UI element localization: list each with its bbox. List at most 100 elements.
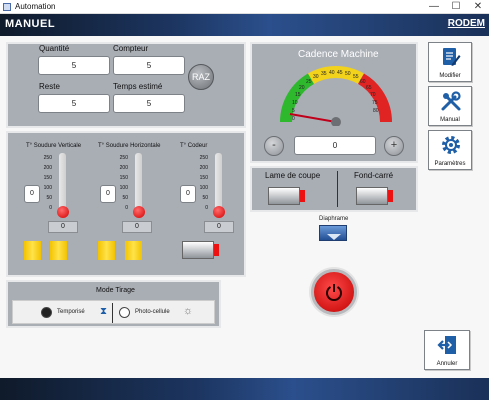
compteur-field: 5 [113, 56, 185, 75]
cadence-minus-button[interactable]: - [264, 136, 284, 156]
temporise-label: Temporisé [57, 309, 85, 315]
lame-indicator [268, 187, 305, 205]
temp-title-horizontale: T° Soudure Horizontale [98, 143, 161, 149]
cadence-panel: Cadence Machine 0 5 10 15 20 25 30 35 40… [250, 42, 418, 163]
gauge-scale-15: 15 [295, 92, 301, 98]
gauge-scale-65: 65 [366, 85, 372, 91]
gear-icon [442, 136, 460, 154]
temp-input-horizontale[interactable]: 0 [100, 185, 116, 203]
temp-input-verticale[interactable]: 0 [24, 185, 40, 203]
fond-indicator [356, 187, 393, 205]
radio-photo-cellule[interactable] [119, 307, 130, 318]
gauge-scale-5: 5 [292, 108, 295, 114]
temp-title-verticale: T° Soudure Verticale [26, 143, 82, 149]
temp-ticks-3: 250 200 150 100 50 0 [194, 155, 208, 211]
manual-label: Manual [440, 117, 460, 123]
gauge-scale-70: 70 [370, 92, 376, 98]
modifier-label: Modifier [439, 73, 461, 79]
gauge-scale-55: 55 [353, 74, 359, 80]
diaphragme-label: Diaphrame [319, 216, 349, 222]
temp-title-codeur: T° Codeur [180, 143, 208, 149]
cadence-plus-button[interactable]: + [384, 136, 404, 156]
annuler-label: Annuler [436, 361, 458, 367]
tick-200: 200 [43, 165, 52, 171]
modifier-button[interactable]: Modifier [428, 42, 472, 82]
tick-200: 200 [199, 165, 208, 171]
gauge-scale-50: 50 [345, 71, 351, 77]
parametres-button[interactable]: Paramètres [428, 130, 472, 170]
close-button[interactable]: ✕ [467, 0, 489, 14]
tools-icon [441, 91, 461, 111]
gauge-scale-30: 30 [313, 74, 319, 80]
tick-50: 50 [46, 195, 52, 201]
heater-indicator-2b [125, 241, 142, 260]
codeur-battery-indicator [182, 241, 219, 259]
thermometer-bulb-verticale [57, 206, 69, 218]
cadence-value-field[interactable]: 0 [294, 136, 376, 155]
photo-cellule-label: Photo-cellule [135, 309, 170, 315]
reste-field: 5 [38, 94, 110, 113]
window-title: Automation [15, 2, 56, 11]
manual-button[interactable]: Manual [428, 86, 472, 126]
temp-value-verticale: 0 [48, 221, 78, 233]
heater-indicator-2a [98, 241, 115, 260]
mode-tirage-panel: Mode Tirage Temporisé ⧗ Photo-cellule ☼ [6, 280, 221, 328]
lame-label: Lame de coupe [265, 171, 321, 180]
quantite-input[interactable]: 5 [38, 56, 110, 75]
gauge-scale-60: 60 [360, 79, 366, 85]
temperature-panel: T° Soudure Verticale 250 200 150 100 50 … [6, 131, 246, 277]
temps-field: 5 [113, 94, 185, 113]
edit-document-icon [443, 48, 461, 66]
battery-red-cap [214, 244, 219, 256]
tick-0: 0 [49, 205, 52, 211]
photocell-sun-icon: ☼ [183, 305, 194, 317]
thermometer-codeur [215, 153, 222, 213]
tick-50: 50 [122, 195, 128, 201]
annuler-button[interactable]: Annuler [424, 330, 470, 370]
power-button[interactable] [311, 269, 357, 315]
app-icon [3, 3, 11, 11]
gauge-scale-45: 45 [337, 70, 343, 76]
tick-150: 150 [43, 175, 52, 181]
temp-ticks-1: 250 200 150 100 50 0 [38, 155, 52, 211]
mode-tirage-title: Mode Tirage [96, 287, 135, 294]
thermometer-verticale [59, 153, 66, 213]
tick-100: 100 [119, 185, 128, 191]
thermometer-bulb-codeur [213, 206, 225, 218]
heater-indicator-1b [50, 241, 67, 260]
gauge-scale-75: 75 [372, 100, 378, 106]
diaphragme-button[interactable] [319, 225, 347, 241]
lame-indicator-red [300, 190, 305, 202]
chevron-down-icon [327, 234, 341, 240]
tick-250: 250 [43, 155, 52, 161]
window-titlebar: Automation — ☐ ✕ [0, 0, 489, 14]
temp-input-codeur[interactable]: 0 [180, 185, 196, 203]
heater-indicator-1a [24, 241, 41, 260]
tick-100: 100 [43, 185, 52, 191]
temp-value-horizontale: 0 [122, 221, 152, 233]
app-footer [0, 378, 489, 400]
maximize-button[interactable]: ☐ [445, 0, 467, 14]
tick-200: 200 [119, 165, 128, 171]
gauge-scale-25: 25 [306, 79, 312, 85]
tick-150: 150 [119, 175, 128, 181]
options-divider [112, 303, 113, 323]
tick-0: 0 [205, 205, 208, 211]
raz-button[interactable]: RAZ [188, 64, 214, 90]
temp-ticks-2: 250 200 150 100 50 0 [114, 155, 128, 211]
radio-temporise[interactable] [41, 307, 52, 318]
tick-150: 150 [199, 175, 208, 181]
gauge-hub [331, 117, 341, 126]
brand-link[interactable]: RODEM [448, 18, 485, 29]
mode-tirage-options: Temporisé ⧗ Photo-cellule ☼ [12, 300, 215, 324]
gauge-scale-40: 40 [329, 70, 335, 76]
minimize-button[interactable]: — [423, 0, 445, 14]
lame-fond-panel: Lame de coupe Fond-carré [250, 166, 418, 212]
gauge-scale-20: 20 [299, 85, 305, 91]
fond-label: Fond-carré [354, 171, 394, 180]
fond-indicator-red [388, 190, 393, 202]
gauge-scale-10: 10 [292, 100, 298, 106]
quantite-label: Quantité [39, 44, 70, 53]
app-header: MANUEL RODEM [0, 14, 489, 36]
hourglass-icon: ⧗ [100, 306, 108, 317]
